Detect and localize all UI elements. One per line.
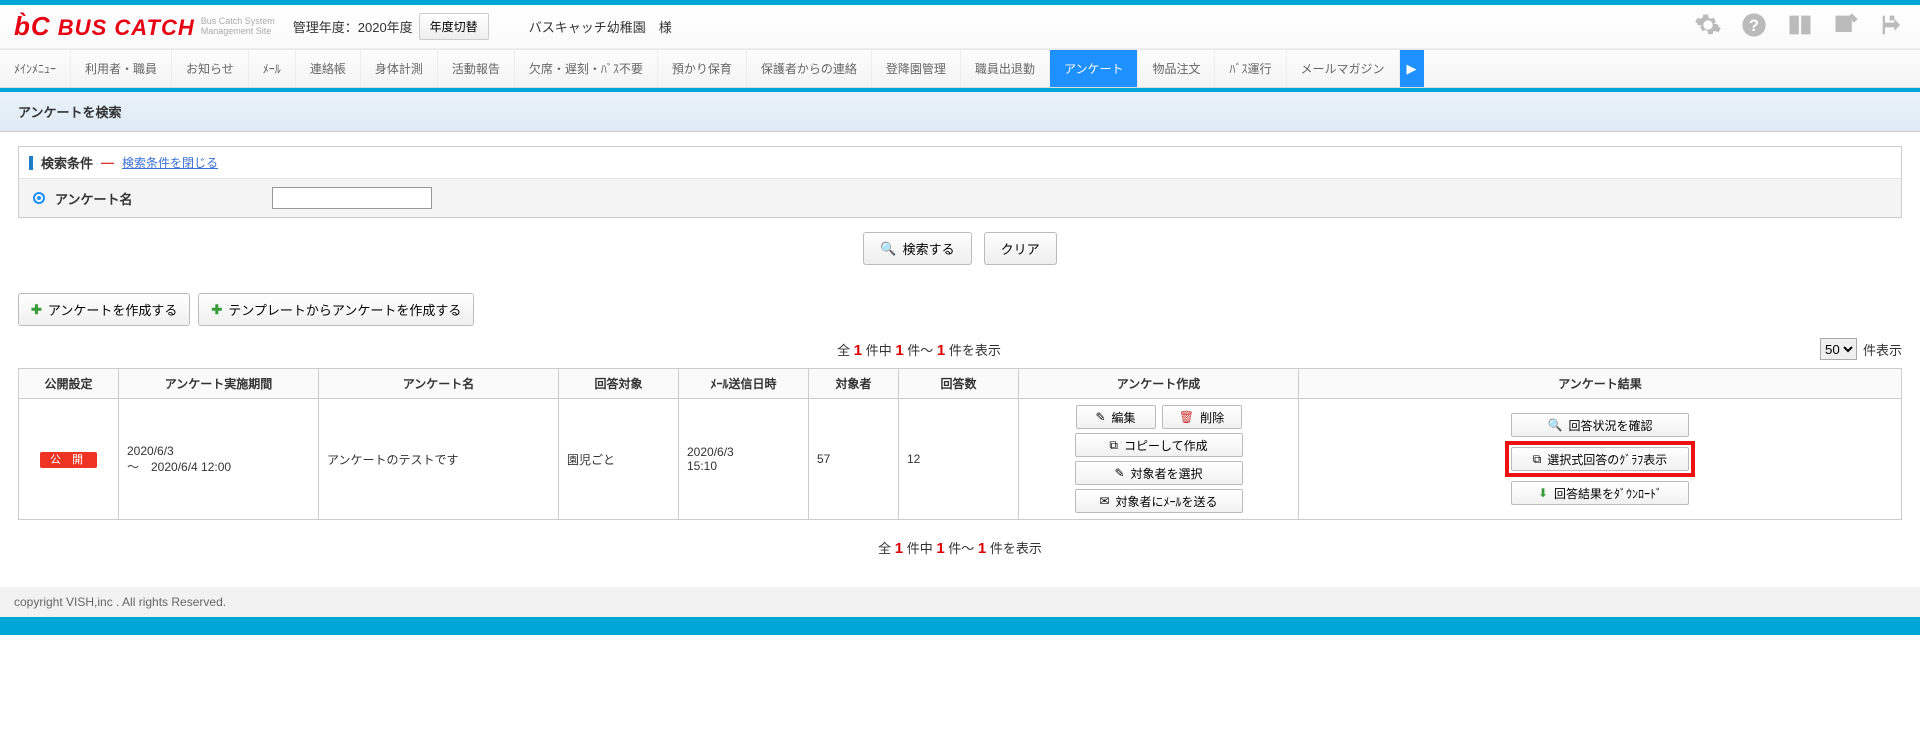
column-header: 回答対象 <box>559 369 679 399</box>
per-page-label: 件表示 <box>1863 340 1902 359</box>
nav-item-4[interactable]: 連絡帳 <box>296 50 361 87</box>
search-button[interactable]: 🔍 検索する <box>863 232 971 265</box>
search-icon: 🔍 <box>1548 418 1563 432</box>
nav-next-arrow[interactable]: ▶ <box>1400 50 1424 87</box>
pager-summary-top: 全 1 件中 1 件～ 1 件を表示 <box>18 340 1820 359</box>
mail-sent-cell: 2020/6/315:10 <box>679 399 809 520</box>
copy-create-button[interactable]: ⧉コピーして作成 <box>1075 433 1243 457</box>
logo: b̀C BUS CATCH Bus Catch SystemManagement… <box>14 11 275 42</box>
create-from-template-button[interactable]: ✚テンプレートからアンケートを作成する <box>198 293 474 326</box>
nav-item-10[interactable]: 登降園管理 <box>872 50 961 87</box>
nav-item-7[interactable]: 欠席・遅刻・ﾊﾞｽ不要 <box>515 50 658 87</box>
year-label: 管理年度：2020年度 <box>293 17 413 36</box>
nav-item-12[interactable]: アンケート <box>1050 50 1139 87</box>
book-icon[interactable] <box>1786 11 1814 42</box>
target-count-cell: 57 <box>809 399 899 520</box>
send-mail-button[interactable]: ✉対象者にﾒｰﾙを送る <box>1075 489 1243 513</box>
mail-icon: ✉ <box>1099 494 1109 508</box>
nav-item-13[interactable]: 物品注文 <box>1138 50 1215 87</box>
publish-badge: 公 開 <box>40 452 97 468</box>
column-header: 対象者 <box>809 369 899 399</box>
pencil-icon: ✎ <box>1095 410 1105 424</box>
edit-icon[interactable] <box>1832 11 1860 42</box>
column-header: 回答数 <box>899 369 1019 399</box>
nav-item-9[interactable]: 保護者からの連絡 <box>747 50 872 87</box>
column-header: アンケート作成 <box>1019 369 1299 399</box>
copy-icon: ⧉ <box>1533 452 1542 467</box>
per-page-select[interactable]: 50 <box>1820 338 1857 360</box>
main-nav: ﾒｲﾝﾒﾆｭｰ利用者・職員お知らせﾒｰﾙ連絡帳身体計測活動報告欠席・遅刻・ﾊﾞｽ… <box>0 49 1920 88</box>
graph-display-button[interactable]: ⧉選択式回答のｸﾞﾗﾌ表示 <box>1511 447 1689 471</box>
edit-button[interactable]: ✎編集 <box>1076 405 1156 429</box>
delete-button[interactable]: 🗑削除 <box>1162 405 1242 429</box>
search-icon: 🔍 <box>880 241 896 257</box>
radio-selected-icon[interactable] <box>33 192 45 204</box>
header: b̀C BUS CATCH Bus Catch SystemManagement… <box>0 5 1920 49</box>
nav-item-5[interactable]: 身体計測 <box>361 50 438 87</box>
help-icon[interactable]: ? <box>1740 11 1768 42</box>
search-panel: 検索条件 — 検索条件を閉じる アンケート名 <box>18 146 1902 218</box>
nav-item-15[interactable]: メールマガジン <box>1287 50 1400 87</box>
plus-icon: ✚ <box>31 302 42 318</box>
nav-item-2[interactable]: お知らせ <box>172 50 249 87</box>
search-field-label: アンケート名 <box>55 189 132 208</box>
create-survey-button[interactable]: ✚アンケートを作成する <box>18 293 190 326</box>
nav-item-14[interactable]: ﾊﾞｽ運行 <box>1215 50 1286 87</box>
svg-text:?: ? <box>1749 17 1759 35</box>
footer-copyright: copyright VISH,inc . All rights Reserved… <box>0 587 1920 617</box>
close-search-link[interactable]: 検索条件を閉じる <box>122 154 218 171</box>
column-header: アンケート結果 <box>1299 369 1902 399</box>
trash-icon: 🗑 <box>1179 410 1194 424</box>
select-target-button[interactable]: ✎対象者を選択 <box>1075 461 1243 485</box>
pager-summary-bottom: 全 1 件中 1 件～ 1 件を表示 <box>18 538 1902 557</box>
column-header: ﾒｰﾙ送信日時 <box>679 369 809 399</box>
download-icon: ⬇ <box>1538 486 1548 500</box>
nav-item-3[interactable]: ﾒｰﾙ <box>249 50 296 87</box>
school-name: バスキャッチ幼稚園 様 <box>529 17 672 36</box>
survey-table: 公開設定アンケート実施期間アンケート名回答対象ﾒｰﾙ送信日時対象者回答数アンケー… <box>18 368 1902 520</box>
nav-item-1[interactable]: 利用者・職員 <box>71 50 172 87</box>
logout-icon[interactable] <box>1878 11 1906 42</box>
logo-subtitle: Bus Catch SystemManagement Site <box>201 17 275 37</box>
plus-icon: ✚ <box>211 302 222 318</box>
table-row: 公 開 2020/6/3～ 2020/6/4 12:00 アンケートのテストです… <box>19 399 1902 520</box>
nav-item-8[interactable]: 預かり保育 <box>658 50 747 87</box>
gear-icon[interactable] <box>1694 11 1722 42</box>
nav-item-11[interactable]: 職員出退勤 <box>961 50 1050 87</box>
target-cell: 園児ごと <box>559 399 679 520</box>
download-results-button[interactable]: ⬇回答結果をﾀﾞｳﾝﾛｰﾄﾞ <box>1511 481 1689 505</box>
year-switch-button[interactable]: 年度切替 <box>419 13 489 40</box>
nav-item-6[interactable]: 活動報告 <box>438 50 515 87</box>
copy-icon: ⧉ <box>1109 438 1118 453</box>
search-head-title: 検索条件 <box>41 153 93 172</box>
clear-button[interactable]: クリア <box>984 232 1057 265</box>
highlighted-box: ⧉選択式回答のｸﾞﾗﾌ表示 <box>1505 441 1695 477</box>
name-cell: アンケートのテストです <box>319 399 559 520</box>
page-title: アンケートを検索 <box>0 92 1920 132</box>
answer-status-button[interactable]: 🔍回答状況を確認 <box>1511 413 1689 437</box>
column-header: アンケート実施期間 <box>119 369 319 399</box>
column-header: アンケート名 <box>319 369 559 399</box>
survey-name-input[interactable] <box>272 187 432 209</box>
period-cell: 2020/6/3～ 2020/6/4 12:00 <box>119 399 319 520</box>
logo-mark: b̀C BUS CATCH <box>14 11 195 42</box>
pencil-icon: ✎ <box>1114 466 1124 480</box>
column-header: 公開設定 <box>19 369 119 399</box>
nav-item-0[interactable]: ﾒｲﾝﾒﾆｭｰ <box>0 50 71 87</box>
answer-count-cell: 12 <box>899 399 1019 520</box>
